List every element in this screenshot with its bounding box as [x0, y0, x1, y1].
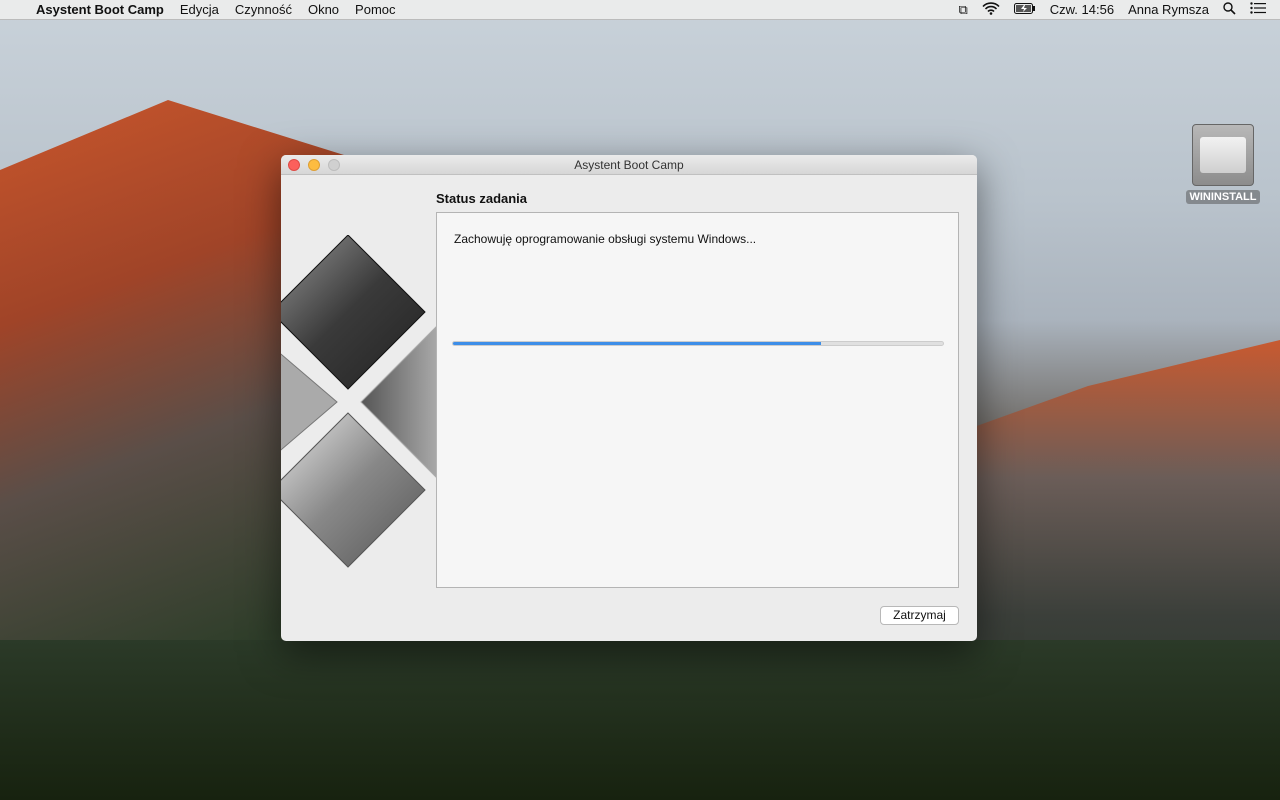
close-button[interactable]	[288, 159, 300, 171]
menu-czynnosc[interactable]: Czynność	[235, 2, 292, 17]
desktop-drive-wininstall[interactable]: WININSTALL	[1186, 124, 1260, 204]
battery-icon[interactable]	[1013, 2, 1036, 17]
notification-center-icon[interactable]	[1250, 2, 1266, 17]
wallpaper-forest	[0, 640, 1280, 800]
title-bar[interactable]: Asystent Boot Camp	[281, 155, 977, 175]
progress-bar	[452, 341, 944, 346]
menu-edycja[interactable]: Edycja	[180, 2, 219, 17]
user-name[interactable]: Anna Rymsza	[1128, 2, 1209, 17]
spotlight-search-icon[interactable]	[1223, 1, 1236, 18]
external-drive-icon	[1192, 124, 1254, 186]
status-message: Zachowuję oprogramowanie obsługi systemu…	[454, 232, 757, 246]
menu-okno[interactable]: Okno	[308, 2, 339, 17]
zoom-button	[328, 159, 340, 171]
menu-bar: Asystent Boot Camp Edycja Czynność Okno …	[0, 0, 1280, 20]
display-mirror-icon[interactable]: ⧉	[958, 2, 967, 18]
drive-label: WININSTALL	[1186, 190, 1260, 204]
progress-fill	[453, 342, 821, 345]
window-title: Asystent Boot Camp	[574, 158, 684, 172]
menu-pomoc[interactable]: Pomoc	[355, 2, 395, 17]
status-panel: Zachowuję oprogramowanie obsługi systemu…	[436, 212, 959, 588]
stop-button[interactable]: Zatrzymaj	[880, 606, 959, 625]
menu-app[interactable]: Asystent Boot Camp	[36, 2, 164, 17]
wifi-icon[interactable]	[982, 1, 1000, 18]
minimize-button[interactable]	[308, 159, 320, 171]
section-heading: Status zadania	[436, 191, 528, 206]
clock[interactable]: Czw. 14:56	[1050, 2, 1114, 17]
boot-camp-window: Asystent Boot Camp Status zadania Zachow…	[281, 155, 977, 641]
